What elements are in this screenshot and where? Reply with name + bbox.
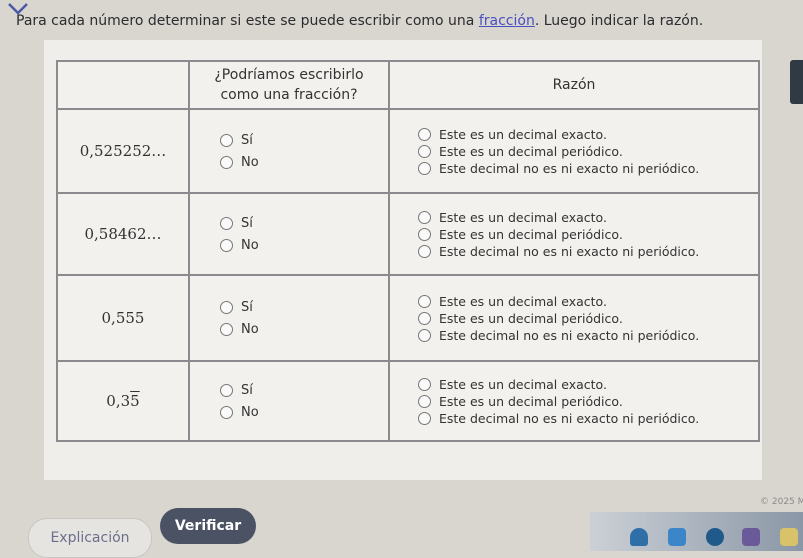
prompt-text-before: Para cada número determinar si este se p… [16, 13, 479, 29]
header-reason: Razón [388, 60, 760, 110]
radio-button[interactable] [418, 244, 431, 258]
option-yes[interactable]: Sí [220, 296, 388, 318]
fraction-choice: Sí No [188, 108, 390, 194]
reason-label: Este decimal no es ni exacto ni periódic… [439, 243, 700, 259]
radio-button[interactable] [418, 377, 431, 391]
classification-table: ¿Podríamos escribirlo como una fracción?… [56, 60, 760, 442]
side-panel-tab[interactable] [790, 60, 803, 104]
radio-button[interactable] [418, 294, 431, 308]
option-no[interactable]: No [220, 318, 388, 340]
number-base: 0,3 [106, 392, 131, 410]
option-label: Sí [241, 299, 253, 315]
radio-button[interactable] [418, 210, 431, 224]
option-yes[interactable]: Sí [220, 212, 388, 234]
radio-button[interactable] [220, 383, 233, 397]
radio-button[interactable] [220, 216, 233, 230]
table-row: 0,555 Sí No Este es un decimal exacto. E… [56, 274, 760, 362]
option-label: No [241, 154, 259, 170]
app-icon[interactable] [630, 528, 648, 546]
reason-exact[interactable]: Este es un decimal exacto. [418, 376, 758, 393]
radio-button[interactable] [220, 238, 233, 252]
fraction-link[interactable]: fracción [479, 13, 535, 29]
taskbar [590, 512, 803, 551]
reason-label: Este decimal no es ni exacto ni periódic… [439, 160, 700, 176]
reason-choice: Este es un decimal exacto. Este es un de… [388, 108, 760, 194]
fraction-choice: Sí No [188, 360, 390, 442]
header-fraction: ¿Podríamos escribirlo como una fracción? [188, 60, 390, 110]
option-no[interactable]: No [220, 401, 388, 423]
option-yes[interactable]: Sí [220, 379, 388, 401]
number-cell: 0,58462… [56, 192, 190, 276]
option-label: No [241, 321, 259, 337]
table-row: 0,35 Sí No Este es un decimal exacto. Es… [56, 360, 760, 442]
reason-label: Este es un decimal exacto. [439, 126, 607, 142]
option-label: Sí [241, 382, 253, 398]
table-row: 0,525252… Sí No Este es un decimal exact… [56, 108, 760, 194]
app-icon[interactable] [706, 528, 724, 546]
radio-button[interactable] [220, 155, 233, 169]
radio-button[interactable] [220, 322, 233, 336]
radio-button[interactable] [418, 127, 431, 141]
radio-button[interactable] [418, 311, 431, 325]
reason-periodic[interactable]: Este es un decimal periódico. [418, 226, 758, 243]
option-label: Sí [241, 215, 253, 231]
number-cell: 0,525252… [56, 108, 190, 194]
radio-button[interactable] [418, 328, 431, 342]
radio-button[interactable] [418, 161, 431, 175]
option-label: No [241, 404, 259, 420]
reason-label: Este es un decimal exacto. [439, 293, 607, 309]
number-cell: 0,555 [56, 274, 190, 362]
app-icon[interactable] [668, 528, 686, 546]
radio-button[interactable] [418, 411, 431, 425]
app-icon[interactable] [742, 528, 760, 546]
radio-button[interactable] [418, 227, 431, 241]
app-icon[interactable] [780, 528, 798, 546]
reason-exact[interactable]: Este es un decimal exacto. [418, 126, 758, 143]
fraction-choice: Sí No [188, 274, 390, 362]
prompt-text-after: . Luego indicar la razón. [534, 13, 704, 29]
radio-button[interactable] [220, 300, 233, 314]
header-number [56, 60, 190, 110]
fraction-choice: Sí No [188, 192, 390, 276]
reason-periodic[interactable]: Este es un decimal periódico. [418, 310, 758, 327]
option-no[interactable]: No [220, 151, 388, 173]
copyright-text: © 2025 M [760, 497, 803, 507]
radio-button[interactable] [418, 394, 431, 408]
option-label: No [241, 237, 259, 253]
number-cell: 0,35 [56, 360, 190, 442]
reason-neither[interactable]: Este decimal no es ni exacto ni periódic… [418, 160, 758, 177]
reason-label: Este es un decimal periódico. [439, 226, 623, 242]
table-row: 0,58462… Sí No Este es un decimal exacto… [56, 192, 760, 276]
repeating-digit: 5 [130, 392, 140, 410]
radio-button[interactable] [418, 144, 431, 158]
option-label: Sí [241, 132, 253, 148]
radio-button[interactable] [220, 405, 233, 419]
reason-neither[interactable]: Este decimal no es ni exacto ni periódic… [418, 410, 758, 427]
explanation-button[interactable]: Explicación [28, 518, 152, 558]
reason-choice: Este es un decimal exacto. Este es un de… [388, 274, 760, 362]
reason-choice: Este es un decimal exacto. Este es un de… [388, 192, 760, 276]
reason-label: Este decimal no es ni exacto ni periódic… [439, 327, 700, 343]
reason-neither[interactable]: Este decimal no es ni exacto ni periódic… [418, 243, 758, 260]
reason-exact[interactable]: Este es un decimal exacto. [418, 293, 758, 310]
verify-button[interactable]: Verificar [160, 508, 256, 544]
reason-choice: Este es un decimal exacto. Este es un de… [388, 360, 760, 442]
reason-neither[interactable]: Este decimal no es ni exacto ni periódic… [418, 327, 758, 344]
table-header-row: ¿Podríamos escribirlo como una fracción?… [56, 60, 760, 110]
reason-label: Este es un decimal periódico. [439, 143, 623, 159]
question-prompt: Para cada número determinar si este se p… [16, 13, 803, 29]
reason-label: Este es un decimal exacto. [439, 209, 607, 225]
option-yes[interactable]: Sí [220, 129, 388, 151]
radio-button[interactable] [220, 133, 233, 147]
reason-label: Este es un decimal periódico. [439, 310, 623, 326]
reason-label: Este es un decimal periódico. [439, 393, 623, 409]
reason-periodic[interactable]: Este es un decimal periódico. [418, 393, 758, 410]
reason-periodic[interactable]: Este es un decimal periódico. [418, 143, 758, 160]
option-no[interactable]: No [220, 234, 388, 256]
reason-label: Este decimal no es ni exacto ni periódic… [439, 410, 700, 426]
reason-label: Este es un decimal exacto. [439, 376, 607, 392]
reason-exact[interactable]: Este es un decimal exacto. [418, 209, 758, 226]
